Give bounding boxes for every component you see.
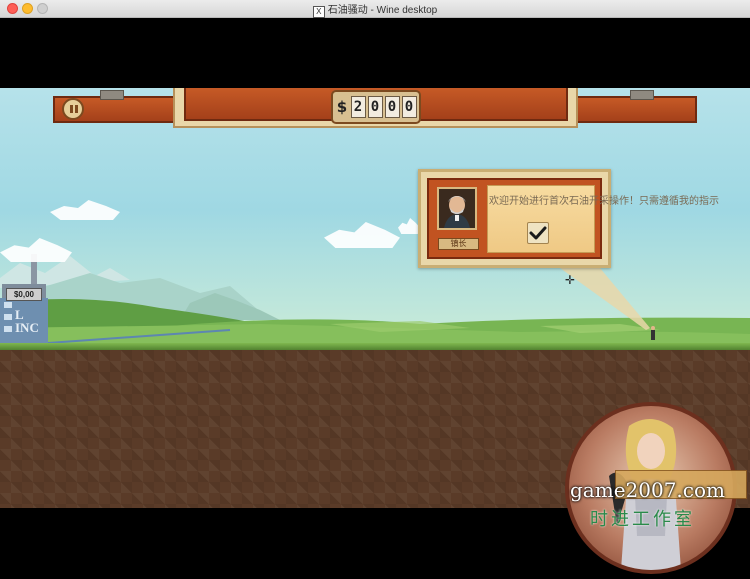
x11-icon: X xyxy=(312,6,325,18)
dialog-message: 欢迎开始进行首次石油开采操作！只需遵循我的指示 xyxy=(489,196,719,207)
landscape xyxy=(0,254,750,350)
watermark-studio: 时进工作室 xyxy=(590,509,695,530)
money-digit: 0 xyxy=(367,96,383,118)
hud-bracket xyxy=(100,90,124,100)
money-counter: $ 2 0 0 0 xyxy=(331,90,421,124)
building-money-sign: $0,00 xyxy=(6,288,42,301)
dialog-inner: 镇长 xyxy=(427,178,602,259)
tutorial-dialog: 镇长 xyxy=(418,169,611,268)
money-digit: 0 xyxy=(384,96,400,118)
hud-bar-right xyxy=(574,96,697,123)
watermark-site: game2007.com xyxy=(570,478,725,502)
building-letters-line2: INC xyxy=(15,320,39,335)
building-letters: L INC xyxy=(15,308,39,334)
window-titlebar: X 石油骚动 - Wine desktop xyxy=(0,0,750,18)
money-digit: 0 xyxy=(401,96,417,118)
money-digit: 2 xyxy=(350,96,366,118)
mayor-portrait xyxy=(437,187,477,230)
money-symbol: $ xyxy=(336,98,348,116)
confirm-button[interactable] xyxy=(527,222,549,244)
window-title-wrap: X 石油骚动 - Wine desktop xyxy=(0,1,750,18)
crosshair-cursor-icon: ✛ xyxy=(565,273,576,287)
window-title: 石油骚动 - Wine desktop xyxy=(327,5,438,16)
hud-bracket xyxy=(630,90,654,100)
checkmark-icon xyxy=(529,226,547,240)
pause-icon[interactable] xyxy=(62,98,84,120)
speaker-name: 镇长 xyxy=(438,238,479,250)
